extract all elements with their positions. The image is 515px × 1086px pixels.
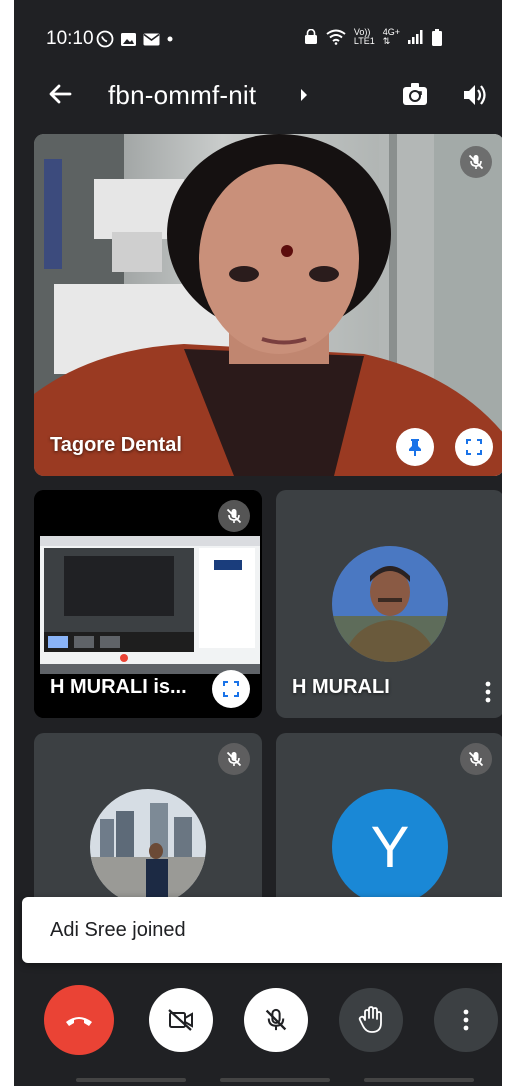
network-type-icon: 4G+ ⇅ bbox=[382, 27, 400, 46]
participant-tile-photo[interactable] bbox=[34, 733, 262, 923]
back-arrow-icon[interactable] bbox=[46, 80, 74, 108]
nav-indicator bbox=[364, 1078, 474, 1082]
raise-hand-icon bbox=[358, 1006, 382, 1033]
mic-muted-badge bbox=[460, 743, 492, 775]
speaker-icon[interactable] bbox=[461, 82, 489, 108]
join-toast: Adi Sree joined bbox=[22, 897, 502, 963]
more-vert-icon[interactable] bbox=[484, 680, 492, 704]
nav-indicator bbox=[76, 1078, 186, 1082]
nav-indicator bbox=[220, 1078, 330, 1082]
toast-text: Adi Sree joined bbox=[50, 919, 186, 941]
mic-off-icon bbox=[226, 751, 242, 767]
fullscreen-button[interactable] bbox=[455, 428, 493, 466]
status-time: 10:10 bbox=[46, 28, 94, 49]
whatsapp-icon bbox=[96, 30, 114, 48]
pin-icon bbox=[409, 439, 421, 456]
mic-muted-badge bbox=[218, 743, 250, 775]
status-bar: 10:10 Vo)) LTE1 4G+ ⇅ bbox=[14, 22, 502, 62]
mail-icon bbox=[143, 33, 160, 45]
videocam-off-icon bbox=[168, 1009, 193, 1031]
gallery-icon bbox=[121, 32, 136, 46]
mic-off-icon bbox=[226, 508, 242, 524]
switch-camera-icon[interactable] bbox=[400, 80, 430, 110]
mic-off-icon bbox=[468, 154, 484, 170]
participant-name-screenshare: H MURALI is... bbox=[50, 676, 187, 698]
raise-hand-button[interactable] bbox=[339, 988, 403, 1052]
mic-off-icon bbox=[265, 1008, 287, 1031]
status-system-icons: Vo)) LTE1 4G+ ⇅ bbox=[304, 28, 442, 46]
participant-name-main: Tagore Dental bbox=[50, 434, 182, 456]
fullscreen-icon bbox=[223, 681, 239, 697]
mic-muted-badge bbox=[460, 146, 492, 178]
participant-name-hmurali: H MURALI bbox=[292, 676, 390, 698]
end-call-button[interactable] bbox=[44, 985, 114, 1055]
fullscreen-button[interactable] bbox=[212, 670, 250, 708]
avatar bbox=[90, 789, 206, 905]
signal-icon bbox=[408, 30, 423, 44]
pin-button[interactable] bbox=[396, 428, 434, 466]
volte-bottom-text: LTE1 bbox=[353, 36, 375, 46]
camera-toggle-button[interactable] bbox=[149, 988, 213, 1052]
more-vert-icon bbox=[463, 1009, 469, 1031]
avatar-initial: Y bbox=[370, 814, 410, 880]
meeting-header: fbn-ommf-nit bbox=[14, 78, 502, 118]
battery-icon bbox=[432, 28, 442, 46]
meeting-code-title[interactable]: fbn-ommf-nit bbox=[108, 80, 256, 111]
meet-screen: 10:10 Vo)) LTE1 4G+ ⇅ fbn-ommf-nit Tagor… bbox=[14, 0, 502, 1086]
participant-tile-main[interactable]: Tagore Dental bbox=[34, 134, 502, 476]
avatar bbox=[332, 546, 448, 662]
participant-video-main bbox=[34, 134, 502, 476]
participant-tile-screenshare[interactable]: H MURALI is... bbox=[34, 490, 262, 718]
caret-right-icon[interactable] bbox=[299, 88, 309, 102]
lock-icon bbox=[304, 29, 317, 44]
mic-toggle-button[interactable] bbox=[244, 988, 308, 1052]
wifi-icon bbox=[326, 29, 346, 45]
mic-muted-badge bbox=[218, 500, 250, 532]
avatar: Y bbox=[332, 789, 448, 905]
more-options-button[interactable] bbox=[434, 988, 498, 1052]
volte-icon: Vo)) LTE1 bbox=[354, 28, 375, 46]
participant-tile-y[interactable]: Y bbox=[276, 733, 502, 923]
fullscreen-icon bbox=[466, 439, 482, 455]
mic-off-icon bbox=[468, 751, 484, 767]
status-notification-icons bbox=[96, 30, 174, 48]
dot-icon bbox=[167, 36, 173, 42]
participant-tile-hmurali[interactable]: H MURALI bbox=[276, 490, 502, 718]
call-end-icon bbox=[66, 1017, 92, 1026]
